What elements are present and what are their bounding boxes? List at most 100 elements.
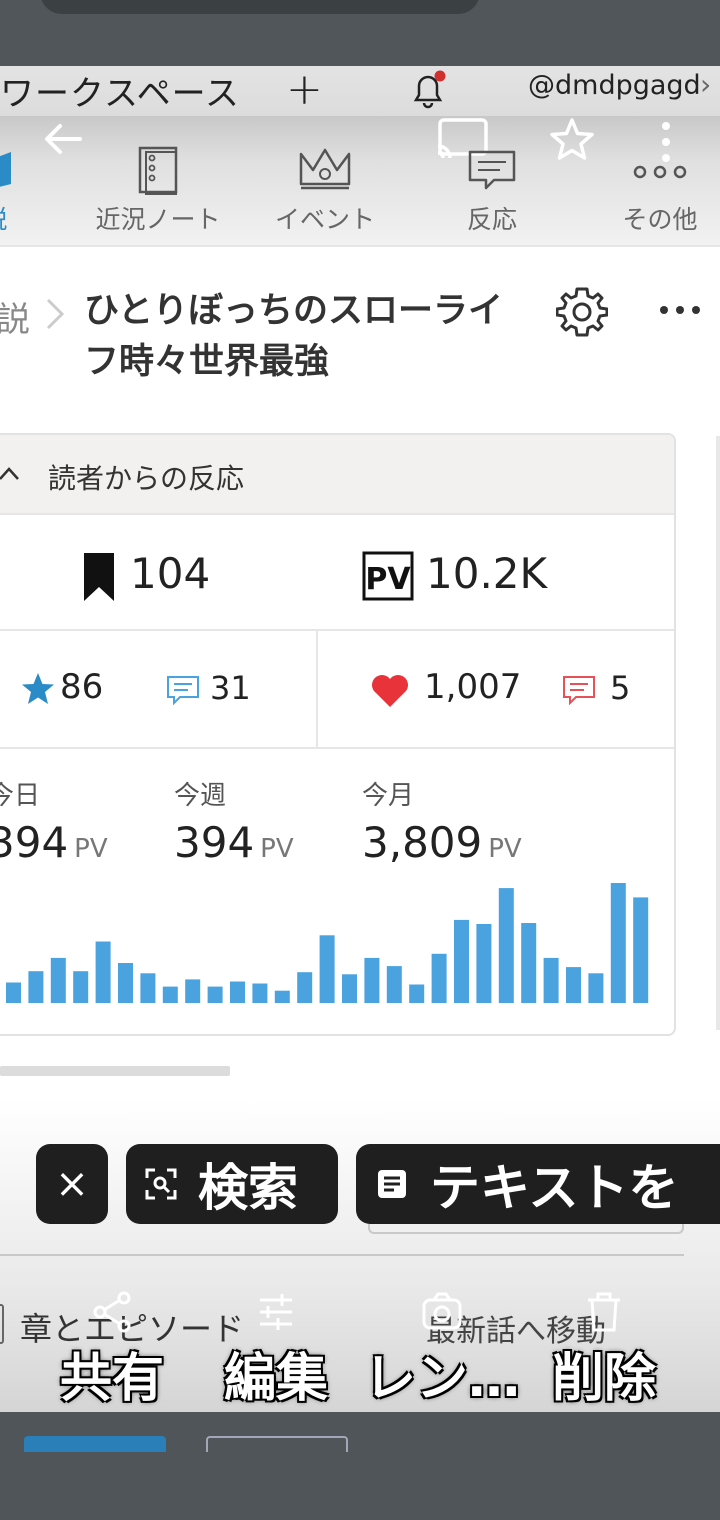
delete-label: 削除: [551, 1349, 656, 1409]
lens-search-icon: [145, 1168, 177, 1200]
pv-bar-29: [633, 897, 649, 1003]
sliders-icon: [260, 1294, 292, 1330]
pv-bar-11: [230, 981, 245, 1003]
notebook-icon: [138, 146, 178, 195]
edit-button[interactable]: 編集: [214, 1290, 338, 1409]
pv-bar-25: [543, 957, 559, 1003]
pv-bar-15: [319, 935, 335, 1003]
lens-icon: [422, 1292, 462, 1330]
page-title: ひとりぼっちのスローライフ時々世界最強: [84, 291, 503, 382]
star-icon: [22, 673, 54, 704]
dots-icon: [633, 165, 687, 179]
pv-bar-7: [140, 973, 156, 1003]
chevron-up-icon[interactable]: [0, 463, 20, 485]
trash-icon: [588, 1292, 620, 1332]
gear-icon[interactable]: [556, 286, 608, 338]
pv-week-label: 今週: [174, 781, 227, 811]
pv-bar-22: [476, 924, 492, 1003]
lens-search-chip[interactable]: 検索: [126, 1144, 338, 1224]
close-icon: ×: [55, 1161, 89, 1207]
card-header[interactable]: 読者からの反応: [0, 435, 674, 515]
card-title: 読者からの反応: [48, 462, 245, 495]
tab-reactions[interactable]: 反応: [450, 140, 534, 240]
edit-label: 編集: [223, 1349, 328, 1409]
favorite-star-icon[interactable]: [548, 116, 596, 164]
lens-text-label: テキストを: [430, 1159, 679, 1217]
chat-icon: [468, 150, 516, 190]
chip-shadow: [368, 1224, 684, 1234]
more-options-icon[interactable]: [656, 298, 704, 322]
svg-text:PV: PV: [365, 562, 411, 597]
lens-text-chip[interactable]: テキストを: [356, 1144, 720, 1224]
pv-bar-26: [566, 967, 581, 1003]
pv-bar-2: [28, 971, 44, 1003]
share-button[interactable]: 共有: [50, 1290, 174, 1409]
new-work-button[interactable]: +: [286, 64, 323, 115]
back-arrow-icon[interactable]: [40, 116, 86, 162]
pv-unit: PV: [260, 834, 294, 864]
pv-bar-12: [252, 983, 268, 1003]
url-pill: [40, 0, 480, 14]
user-handle[interactable]: @dmdpgagd: [528, 70, 701, 101]
lens-search-label: 検索: [198, 1159, 298, 1217]
breadcrumb-parent[interactable]: 説: [0, 292, 30, 341]
pv-bar-17: [364, 957, 380, 1003]
chapter-marker: [0, 1304, 4, 1344]
bookmark-count: 104: [130, 549, 211, 598]
comment-bubble-icon: [563, 676, 595, 705]
pv-unit: PV: [74, 834, 108, 864]
pv-today-label: 今日: [0, 781, 41, 811]
document-icon: [378, 1170, 406, 1198]
share-icon: [93, 1291, 131, 1333]
chevron-right-icon: ›: [700, 68, 712, 101]
tab-other[interactable]: その他: [610, 140, 710, 240]
pv-today: 今日 394PV: [0, 775, 108, 867]
close-lens-button[interactable]: ×: [36, 1144, 108, 1224]
notification-bell-icon[interactable]: [408, 70, 448, 110]
pv-bar-19: [409, 984, 425, 1003]
tab-events[interactable]: イベント: [262, 140, 388, 240]
workspace-header: ワークスペース + @dmdpgagd ›: [0, 64, 720, 116]
reader-reactions-card: 読者からの反応 104 PV 10.2K 86 31 1,007 5 日 94 …: [0, 433, 676, 1036]
pv-bar-6: [118, 963, 133, 1003]
lens-button[interactable]: レン…: [362, 1290, 522, 1409]
pv-unit: PV: [488, 834, 522, 864]
tab-label: その他: [622, 205, 698, 234]
share-label: 共有: [59, 1349, 164, 1409]
review-bubble-icon: [167, 676, 199, 705]
pv-bar-18: [386, 966, 402, 1003]
pv-month: 今月 3,809 PV: [362, 775, 522, 867]
tab-novel[interactable]: 説: [0, 140, 20, 240]
review-count: 31: [210, 669, 251, 707]
status-badge: [206, 1436, 348, 1452]
pv-bar-27: [588, 973, 604, 1003]
tab-label: イベント: [274, 205, 375, 234]
pv-today-value: 394: [0, 818, 69, 867]
divider: [0, 245, 720, 247]
pv-bar-9: [185, 979, 201, 1003]
pv-week-value: 394: [174, 818, 255, 867]
heart-icon: [372, 675, 408, 707]
tab-label: 説: [0, 200, 20, 236]
status-bar: [0, 0, 720, 70]
comment-count: 5: [610, 669, 631, 707]
pv-week: 今週 394 PV: [174, 775, 294, 867]
pv-bar-1: [6, 982, 21, 1003]
pv-bar-20: [431, 953, 447, 1003]
reactions-row: 86 31 1,007 5: [0, 631, 674, 749]
tab-label: 近況ノート: [95, 205, 221, 234]
pv-bar-23: [498, 888, 514, 1003]
bookmark-icon: [84, 553, 114, 601]
pv-bar-5: [95, 941, 111, 1003]
pv-bar-24: [521, 923, 537, 1003]
pv-bar-16: [342, 974, 357, 1003]
tab-label: 反応: [466, 205, 517, 234]
delete-button[interactable]: 削除: [542, 1290, 666, 1409]
divider: [0, 1254, 684, 1256]
pv-bar-chart: [6, 883, 649, 1003]
pv-month-label: 今月: [362, 781, 415, 811]
horizontal-scrollbar[interactable]: [0, 1066, 230, 1076]
star-count: 86: [60, 667, 104, 707]
tab-notes[interactable]: 近況ノート: [88, 140, 228, 240]
pv-bar-28: [610, 883, 626, 1003]
